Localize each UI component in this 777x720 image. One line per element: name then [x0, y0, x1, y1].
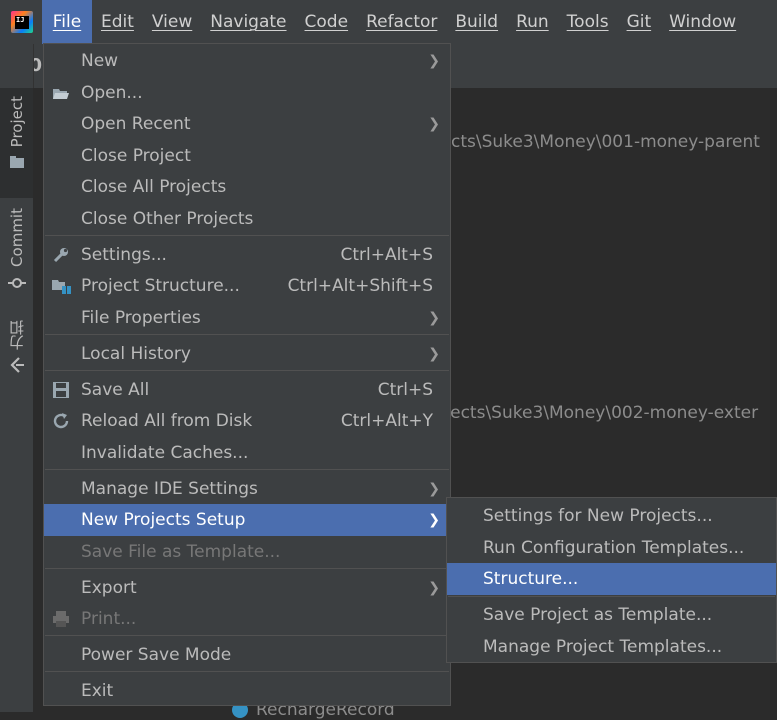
- menu-item-export[interactable]: Export ❯: [44, 572, 450, 604]
- folder-icon: [9, 156, 24, 169]
- reload-icon: [51, 411, 71, 431]
- submenu-item-structure[interactable]: Structure...: [447, 563, 776, 595]
- chevron-right-icon: ❯: [428, 346, 440, 362]
- commit-icon: [7, 277, 26, 288]
- tool-tab-commit-label: Commit: [7, 208, 26, 267]
- tool-tab-project[interactable]: Project: [0, 88, 33, 198]
- menu-separator: [45, 235, 449, 236]
- submenu-item-save-project-as-template[interactable]: Save Project as Template...: [447, 599, 776, 631]
- menu-item-new-projects-setup[interactable]: New Projects Setup ❯: [44, 504, 450, 536]
- menu-separator: [448, 596, 775, 597]
- tool-tab-leetcode[interactable]: 力扣: [0, 320, 33, 386]
- menu-separator: [45, 334, 449, 335]
- menu-git[interactable]: Git: [618, 0, 661, 44]
- menu-build[interactable]: Build: [446, 0, 507, 44]
- project-structure-icon: [51, 276, 71, 296]
- menu-item-exit[interactable]: Exit: [44, 675, 450, 707]
- save-icon: [51, 380, 71, 400]
- chevron-right-icon: ❯: [428, 310, 440, 326]
- menu-edit[interactable]: Edit: [92, 0, 143, 44]
- menu-bar: IJ File Edit View Navigate Code Refactor…: [0, 0, 777, 44]
- menu-item-settings[interactable]: Settings... Ctrl+Alt+S: [44, 239, 450, 271]
- new-projects-setup-submenu: Settings for New Projects... Run Configu…: [446, 497, 777, 663]
- menu-item-file-properties[interactable]: File Properties ❯: [44, 302, 450, 334]
- menu-item-save-file-as-template[interactable]: Save File as Template...: [44, 536, 450, 568]
- menu-separator: [45, 469, 449, 470]
- menu-item-new[interactable]: New ❯: [44, 45, 450, 77]
- menu-item-print[interactable]: Print...: [44, 603, 450, 635]
- menu-item-reload-all[interactable]: Reload All from Disk Ctrl+Alt+Y: [44, 405, 450, 437]
- menu-separator: [45, 671, 449, 672]
- menu-item-close-all-projects[interactable]: Close All Projects: [44, 171, 450, 203]
- menu-item-local-history[interactable]: Local History ❯: [44, 338, 450, 370]
- project-path-text-2: ojects\Suke3\Money\002-money-exter: [435, 403, 759, 423]
- menu-item-close-other-projects[interactable]: Close Other Projects: [44, 203, 450, 235]
- menu-separator: [45, 635, 449, 636]
- menu-item-project-structure[interactable]: Project Structure... Ctrl+Alt+Shift+S: [44, 270, 450, 302]
- chevron-right-icon: ❯: [428, 481, 440, 497]
- folder-open-icon: [51, 83, 71, 103]
- menu-item-open[interactable]: Open...: [44, 77, 450, 109]
- menu-item-power-save-mode[interactable]: Power Save Mode: [44, 639, 450, 671]
- project-path-text: cts\Suke3\Money\001-money-parent: [451, 132, 760, 152]
- menu-code[interactable]: Code: [296, 0, 358, 44]
- intellij-logo-icon: IJ: [11, 11, 33, 33]
- chevron-right-icon: ❯: [428, 580, 440, 596]
- menu-item-close-project[interactable]: Close Project: [44, 140, 450, 172]
- menu-item-invalidate-caches[interactable]: Invalidate Caches...: [44, 437, 450, 469]
- menu-item-open-recent[interactable]: Open Recent ❯: [44, 108, 450, 140]
- menu-run[interactable]: Run: [507, 0, 558, 44]
- menu-item-save-all[interactable]: Save All Ctrl+S: [44, 374, 450, 406]
- chevron-right-icon: ❯: [428, 512, 440, 528]
- chevron-right-icon: ❯: [428, 53, 440, 69]
- print-icon: [51, 609, 71, 629]
- menu-tools[interactable]: Tools: [558, 0, 618, 44]
- tool-tab-leetcode-label: 力扣: [8, 320, 26, 350]
- menu-item-manage-ide-settings[interactable]: Manage IDE Settings ❯: [44, 473, 450, 505]
- menu-window[interactable]: Window: [660, 0, 745, 44]
- submenu-item-manage-project-templates[interactable]: Manage Project Templates...: [447, 631, 776, 663]
- menu-separator: [45, 568, 449, 569]
- tool-tab-commit[interactable]: Commit: [0, 206, 33, 302]
- leetcode-icon: [9, 357, 24, 373]
- left-tool-window-strip: Project Commit 力扣: [0, 44, 34, 712]
- menu-navigate[interactable]: Navigate: [201, 0, 295, 44]
- menu-separator: [45, 370, 449, 371]
- chevron-right-icon: ❯: [428, 116, 440, 132]
- menu-refactor[interactable]: Refactor: [357, 0, 446, 44]
- menu-view[interactable]: View: [143, 0, 201, 44]
- tool-tab-project-label: Project: [7, 96, 26, 148]
- submenu-item-settings-for-new-projects[interactable]: Settings for New Projects...: [447, 500, 776, 532]
- menu-file[interactable]: File: [42, 0, 92, 44]
- submenu-item-run-configuration-templates[interactable]: Run Configuration Templates...: [447, 532, 776, 564]
- file-menu-dropdown: New ❯ Open... Open Recent ❯ Close Project …: [43, 43, 451, 706]
- wrench-icon: [51, 245, 71, 265]
